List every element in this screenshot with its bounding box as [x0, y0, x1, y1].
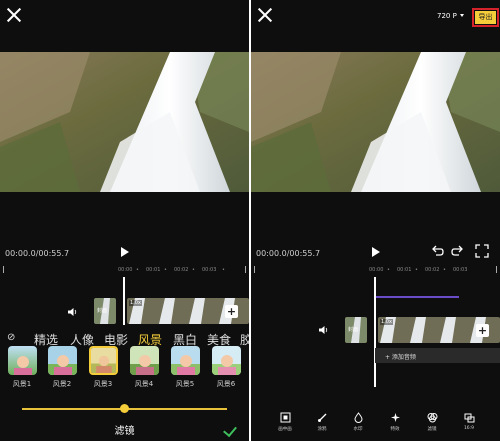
droplet-icon	[353, 412, 363, 423]
tool-effects[interactable]: 特效	[380, 410, 410, 432]
ruler-tick: •	[387, 267, 390, 273]
speaker-icon[interactable]	[318, 325, 328, 335]
close-icon[interactable]	[7, 8, 21, 22]
jump-to-start-icon[interactable]	[3, 266, 7, 273]
ruler-tick: •	[164, 267, 167, 273]
export-button[interactable]: 导出	[472, 8, 499, 27]
tool-graffiti[interactable]: 涂鸦	[307, 410, 337, 432]
filter-thumb-4[interactable]	[130, 346, 159, 375]
speaker-icon[interactable]	[67, 307, 77, 317]
tool-filter[interactable]: 滤镜	[417, 410, 447, 432]
filter-editor-panel: 00:00.0/00:55.7 00:00 • 00:01 • 00:02 • …	[0, 0, 249, 441]
filter-thumb-3[interactable]	[89, 346, 118, 375]
filter-label: 风景1	[12, 380, 32, 388]
ruler-tick: 00:01	[397, 267, 412, 273]
play-icon[interactable]	[121, 247, 129, 257]
cover-label: 封面	[348, 327, 359, 333]
tool-watermark[interactable]: 水印	[343, 410, 373, 432]
filter-thumb-5[interactable]	[171, 346, 200, 375]
timecode: 00:00.0/00:55.7	[256, 249, 321, 258]
sparkle-icon	[390, 413, 400, 422]
add-audio-label: + 添加音频	[385, 354, 416, 361]
ruler-tick: 00:01	[146, 267, 161, 273]
filter-label: 风景4	[134, 380, 154, 388]
video-preview	[0, 52, 249, 192]
cover-thumbnail[interactable]: 封面	[345, 317, 367, 343]
ruler-tick: 00:00	[369, 267, 384, 273]
chevron-down-icon[interactable]	[460, 14, 464, 17]
filter-list: 风景1 风景2 风景3 风景4 风景5 风景6	[0, 346, 249, 396]
tool-label: 涂鸦	[317, 427, 327, 432]
jump-to-start-icon[interactable]	[254, 266, 258, 273]
playhead[interactable]	[123, 277, 125, 325]
add-audio-button[interactable]: + 添加音频	[375, 348, 500, 363]
export-label: 导出	[475, 11, 496, 24]
filter-thumb-1[interactable]	[8, 346, 37, 375]
ruler-tick: •	[192, 267, 195, 273]
tool-pip[interactable]: 画中画	[270, 410, 300, 432]
ruler-tick: •	[222, 267, 225, 273]
ruler-tick: 00:03	[202, 267, 217, 273]
tool-ratio[interactable]: 16:9	[454, 410, 484, 431]
tool-label: 特效	[390, 427, 400, 432]
ruler-tick: 00:02	[425, 267, 440, 273]
filter-label: 风景6	[216, 380, 236, 388]
filter-thumb-2[interactable]	[48, 346, 77, 375]
tool-label: 水印	[353, 427, 363, 432]
filter-thumb-6[interactable]	[212, 346, 241, 375]
resolution-selector[interactable]: 720 P	[437, 12, 457, 20]
filter-label: 风景3	[93, 380, 113, 388]
panel-title: 滤镜	[114, 426, 135, 437]
add-clip-button[interactable]: +	[225, 305, 238, 318]
ruler-tick: •	[443, 267, 446, 273]
ruler-tick: 00:03	[453, 267, 468, 273]
ratio-icon	[464, 413, 474, 423]
filter-label: 风景2	[52, 380, 72, 388]
timeline-ruler: 00:00 • 00:01 • 00:02 • 00:03 •	[0, 264, 249, 276]
redo-icon[interactable]	[450, 244, 464, 258]
ruler-tick: 00:00	[118, 267, 133, 273]
jump-to-end-icon[interactable]	[242, 266, 246, 273]
filter-icon	[427, 413, 437, 423]
brush-icon	[317, 413, 326, 422]
tool-label: 滤镜	[427, 427, 437, 432]
filter-category-tabs: ⊘ 精选 人像 电影 风景 黑白 美食 胶	[0, 328, 249, 348]
filter-label: 风景5	[175, 380, 195, 388]
cover-thumbnail[interactable]: 封面	[94, 298, 116, 324]
ruler-tick: 00:02	[174, 267, 189, 273]
ruler-tick: •	[136, 267, 139, 273]
effect-track-bar[interactable]	[375, 296, 459, 298]
timecode: 00:00.0/00:55.7	[5, 249, 70, 258]
tool-label: 16:9	[463, 426, 475, 431]
no-filter-icon[interactable]: ⊘	[7, 332, 15, 343]
video-preview	[251, 52, 500, 192]
timeline-ruler: 00:00 • 00:01 • 00:02 • 00:03	[251, 264, 500, 276]
clip-speed: 1.0x	[129, 300, 142, 306]
bottom-toolbar: 画中画 涂鸦 水印 特效 滤镜 16:9	[251, 410, 500, 441]
ruler-tick: •	[415, 267, 418, 273]
jump-to-end-icon[interactable]	[493, 266, 497, 273]
clip-speed: 1.0x	[380, 319, 393, 325]
fullscreen-icon[interactable]	[475, 244, 489, 258]
playhead[interactable]	[374, 277, 376, 387]
intensity-slider-knob[interactable]	[120, 404, 129, 413]
cover-label: 封面	[97, 308, 108, 314]
add-clip-button[interactable]: +	[476, 324, 489, 337]
editor-panel: 720 P 导出 00:00.0/00:55.7 00:00 • 00:01 •…	[251, 0, 500, 441]
play-icon[interactable]	[372, 247, 380, 257]
tool-label: 画中画	[278, 427, 292, 432]
crop-icon	[280, 412, 290, 423]
undo-icon[interactable]	[431, 244, 445, 258]
close-icon[interactable]	[258, 8, 272, 22]
